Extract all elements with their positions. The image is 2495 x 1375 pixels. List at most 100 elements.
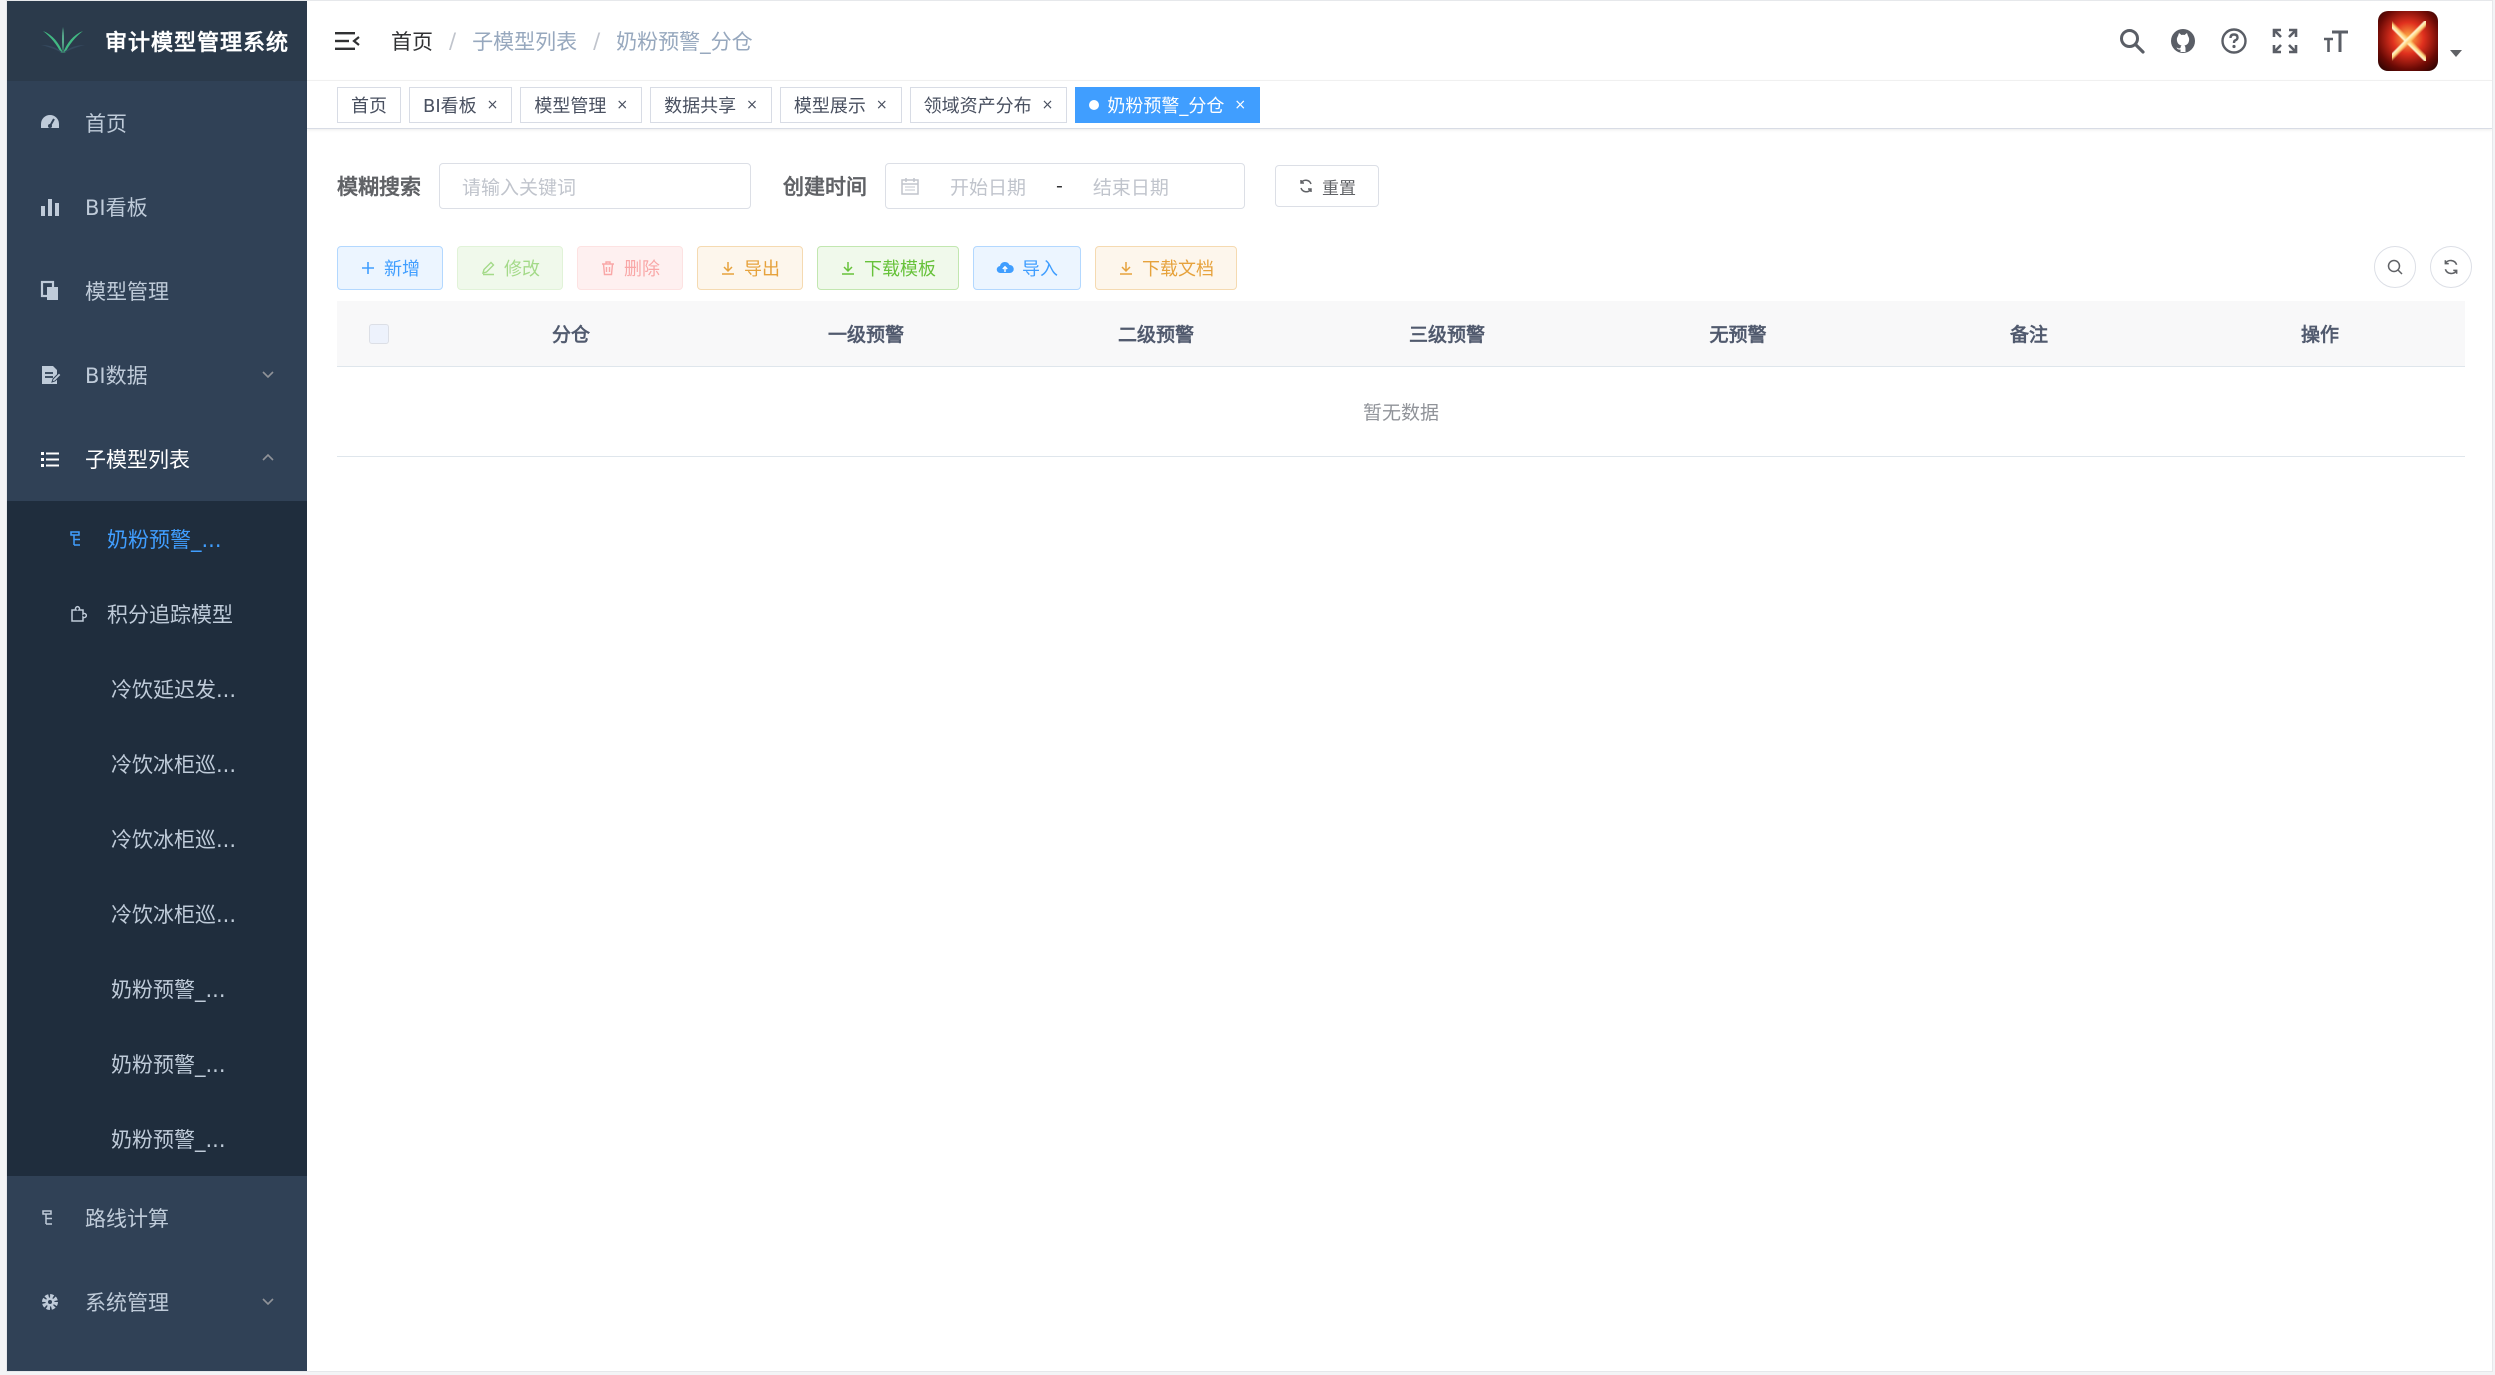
start-date-input[interactable]: 开始日期: [950, 173, 1026, 200]
submenu-item[interactable]: 奶粉预警_...: [7, 1026, 307, 1101]
close-icon[interactable]: ×: [487, 97, 499, 113]
sidebar-item-bi-board[interactable]: BI看板: [7, 165, 307, 249]
add-button[interactable]: 新增: [337, 246, 443, 290]
submenu-item[interactable]: 奶粉预警_...: [7, 1101, 307, 1176]
refresh-icon: [1300, 179, 1312, 193]
tag-label: 模型管理: [534, 95, 607, 117]
caret-down-icon[interactable]: [2450, 49, 2462, 57]
download-template-button[interactable]: 下载模板: [817, 246, 959, 290]
toolbar: 新增 修改 删除 导出 下载模板 导入 下载文档: [337, 246, 1251, 290]
download-doc-label: 下载文档: [1142, 259, 1214, 280]
sidebar-item-submodel-list[interactable]: 子模型列表: [7, 417, 307, 501]
keyword-label: 模糊搜索: [337, 175, 421, 199]
submenu-item[interactable]: 冷饮延迟发...: [7, 651, 307, 726]
font-size-icon[interactable]: [2320, 25, 2352, 57]
bar-chart-icon: [37, 194, 63, 220]
fullscreen-icon[interactable]: [2269, 25, 2301, 57]
submenu-item-milk-powder-warning[interactable]: 奶粉预警_...: [7, 501, 307, 576]
sidebar-item-system-management[interactable]: 系统管理: [7, 1260, 307, 1344]
submenu-item[interactable]: 冷饮冰柜巡...: [7, 876, 307, 951]
close-icon[interactable]: ×: [616, 97, 628, 113]
close-icon[interactable]: ×: [1234, 97, 1246, 113]
tags-view: 首页 BI看板 × 模型管理 × 数据共享 × 模型展示 × 领域资产分布 × 奶粉预警_…: [307, 81, 2492, 129]
copy-document-icon: [37, 278, 63, 304]
tree-icon: [67, 528, 89, 550]
reset-button[interactable]: 重置: [1275, 165, 1379, 207]
navbar: 首页 / 子模型列表 / 奶粉预警_分仓: [307, 1, 2492, 81]
submenu-item[interactable]: 奶粉预警_...: [7, 951, 307, 1026]
main-content: 首页 / 子模型列表 / 奶粉预警_分仓 首页 BI看板 × 模型管理 × 数据…: [307, 1, 2492, 1371]
submenu-item[interactable]: 冷饮冰柜巡...: [7, 801, 307, 876]
tag-label: 领域资产分布: [923, 95, 1032, 117]
toggle-search-button[interactable]: [2374, 246, 2416, 288]
column-header: 三级预警: [1408, 324, 1485, 346]
trash-icon: [602, 261, 614, 276]
select-all-checkbox[interactable]: [369, 323, 389, 344]
sidebar-item-route-calc[interactable]: 路线计算: [7, 1176, 307, 1260]
refresh-table-button[interactable]: [2430, 246, 2472, 288]
sidebar-item-bi-data[interactable]: BI数据: [7, 333, 307, 417]
tag-label: 数据共享: [664, 95, 737, 117]
tag-model-display[interactable]: 模型展示 ×: [779, 86, 902, 123]
chevron-up-icon: [262, 453, 274, 461]
document-edit-icon: [37, 362, 63, 388]
sidebar-item-model-management[interactable]: 模型管理: [7, 249, 307, 333]
logo[interactable]: 审计模型管理系统: [7, 1, 307, 81]
import-button[interactable]: 导入: [973, 246, 1081, 290]
github-icon[interactable]: [2167, 25, 2199, 57]
submenu-item[interactable]: 冷饮冰柜巡...: [7, 726, 307, 801]
select-all-cell: [337, 323, 421, 344]
list-icon: [37, 446, 63, 472]
tag-model-management[interactable]: 模型管理 ×: [520, 86, 643, 123]
reset-label: 重置: [1322, 178, 1356, 199]
tag-label: 首页: [351, 95, 387, 117]
right-menu: [2097, 1, 2462, 81]
sidebar-item-label: 系统管理: [85, 1291, 169, 1315]
tag-home[interactable]: 首页: [337, 86, 401, 123]
submenu-item-points-tracking[interactable]: 积分追踪模型: [7, 576, 307, 651]
sidebar-item-label: 首页: [85, 112, 127, 136]
keyword-input[interactable]: 请输入关键词: [439, 163, 751, 209]
keyword-placeholder: 请输入关键词: [462, 176, 577, 199]
app-window: 审计模型管理系统 首页 BI看板 模型管理 BI数据 子模型列表 奶粉预警_..…: [6, 0, 2493, 1372]
search-icon: [2387, 259, 2403, 275]
avatar[interactable]: [2378, 11, 2438, 71]
submenu-item-label: 积分追踪模型: [107, 602, 233, 627]
import-label: 导入: [1022, 259, 1058, 280]
chevron-down-icon: [262, 1298, 274, 1306]
right-toolbar: [2360, 246, 2472, 288]
edit-label: 修改: [504, 259, 540, 280]
tag-label: BI看板: [423, 95, 477, 117]
close-icon[interactable]: ×: [876, 97, 888, 113]
tag-domain-asset-distribution[interactable]: 领域资产分布 ×: [909, 86, 1068, 123]
help-icon[interactable]: [2218, 25, 2250, 57]
submenu-item-label: 冷饮冰柜巡...: [111, 902, 237, 927]
puzzle-icon: [67, 603, 89, 625]
tag-data-sharing[interactable]: 数据共享 ×: [650, 86, 772, 123]
upload-cloud-icon: [996, 261, 1014, 274]
column-header: 操作: [2300, 324, 2339, 346]
submenu-item-label: 奶粉预警_...: [107, 527, 222, 552]
close-icon[interactable]: ×: [746, 97, 758, 113]
breadcrumb-item[interactable]: 首页: [391, 26, 433, 56]
date-range-picker[interactable]: 开始日期 - 结束日期: [885, 163, 1245, 209]
sidebar-item-label: BI看板: [85, 196, 148, 220]
delete-button[interactable]: 删除: [577, 246, 683, 290]
breadcrumb-separator: /: [449, 28, 457, 53]
close-icon[interactable]: ×: [1042, 97, 1054, 113]
submenu-item-label: 冷饮延迟发...: [111, 677, 237, 702]
end-date-input[interactable]: 结束日期: [1093, 173, 1169, 200]
hamburger-icon[interactable]: [333, 27, 361, 55]
edit-icon: [481, 261, 495, 276]
column-header: 二级预警: [1117, 324, 1194, 346]
sidebar-item-home[interactable]: 首页: [7, 81, 307, 165]
breadcrumb-item-current: 奶粉预警_分仓: [616, 29, 753, 54]
tag-bi-board[interactable]: BI看板 ×: [409, 86, 513, 123]
export-button[interactable]: 导出: [697, 246, 803, 290]
search-icon[interactable]: [2116, 25, 2148, 57]
submenu-item-label: 冷饮冰柜巡...: [111, 752, 237, 777]
download-template-label: 下载模板: [864, 259, 936, 280]
edit-button[interactable]: 修改: [457, 246, 563, 290]
tag-milk-powder-warning-active[interactable]: 奶粉预警_分仓 ×: [1075, 86, 1261, 123]
download-doc-button[interactable]: 下载文档: [1095, 246, 1237, 290]
